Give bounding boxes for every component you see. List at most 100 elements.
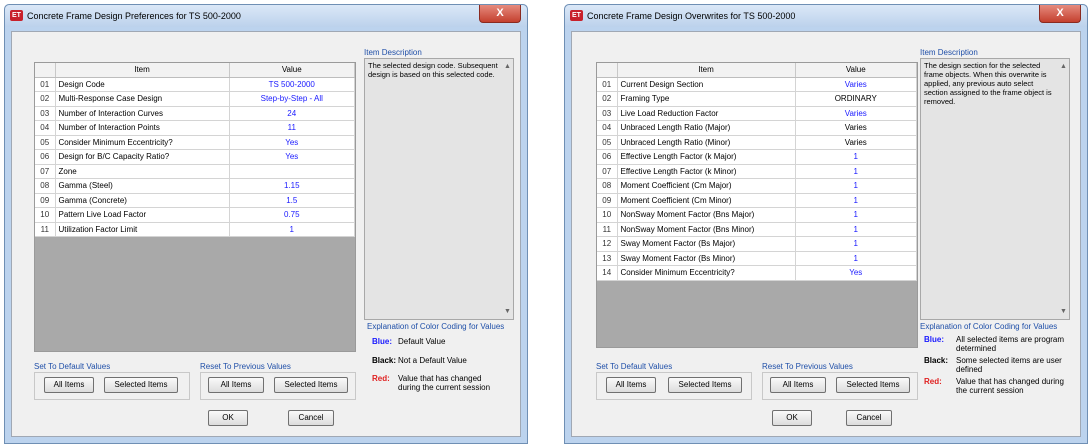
row-value[interactable]: 1 [795,193,917,208]
row-number: 01 [35,77,56,92]
row-value[interactable]: Yes [795,265,917,281]
row-item: NonSway Moment Factor (Bns Minor) [617,222,796,237]
row-value[interactable]: 1 [795,178,917,194]
description-scrollbar[interactable]: ▲ ▼ [503,60,512,318]
row-value[interactable] [229,164,355,179]
reset-selected-items-button[interactable]: Selected Items [274,377,348,393]
close-button[interactable]: X [479,5,521,23]
cancel-button[interactable]: Cancel [288,410,334,426]
table-row[interactable]: 12 Sway Moment Factor (Bs Major) 1 [597,236,917,252]
table-row[interactable]: 10 NonSway Moment Factor (Bns Major) 1 [597,207,917,223]
scroll-down-icon[interactable]: ▼ [504,307,511,316]
row-value[interactable]: TS 500-2000 [229,77,355,92]
table-row[interactable]: 02 Multi-Response Case Design Step-by-Step… [35,91,355,107]
table-row[interactable]: 01 Design Code TS 500-2000 [35,77,355,92]
preferences-grid[interactable]: Item Value 01 Design Code TS 500-2000 02 Mul… [34,62,356,352]
row-value[interactable]: 11 [229,120,355,136]
row-number: 04 [597,120,618,136]
row-value[interactable]: Step-by-Step - All [229,91,355,107]
table-row[interactable]: 09 Gamma (Concrete) 1.5 [35,193,355,208]
row-value[interactable]: 1.15 [229,178,355,194]
table-row[interactable]: 07 Zone [35,164,355,179]
row-value[interactable]: 1 [795,164,917,179]
legend-key: Red: [372,374,390,383]
row-number: 08 [597,178,618,194]
row-item: Effective Length Factor (k Major) [617,149,796,165]
reset-selected-items-button[interactable]: Selected Items [836,377,910,393]
table-row[interactable]: 03 Live Load Reduction Factor Varies [597,106,917,121]
row-value[interactable]: Varies [795,77,917,92]
row-value[interactable]: 1.5 [229,193,355,208]
row-number: 03 [35,106,56,121]
row-value[interactable]: Varies [795,106,917,121]
table-row[interactable]: 11 Utilization Factor Limit 1 [35,222,355,237]
legend-text: Default Value [398,337,446,346]
table-row[interactable]: 05 Unbraced Length Ratio (Minor) Varies [597,135,917,150]
table-row[interactable]: 09 Moment Coefficient (Cm Minor) 1 [597,193,917,208]
overwrites-grid[interactable]: Item Value 01 Current Design Section Varie… [596,62,918,348]
title-bar[interactable]: ET Concrete Frame Design Overwrites for … [565,5,1087,27]
legend-key: Blue: [372,337,392,346]
row-value[interactable]: Varies [795,135,917,150]
row-number: 08 [35,178,56,194]
item-description-label: Item Description [920,48,978,57]
table-row[interactable]: 06 Effective Length Factor (k Major) 1 [597,149,917,165]
table-row[interactable]: 10 Pattern Live Load Factor 0.75 [35,207,355,223]
overwrites-dialog: ET Concrete Frame Design Overwrites for … [564,4,1088,444]
table-row[interactable]: 07 Effective Length Factor (k Minor) 1 [597,164,917,179]
default-all-items-button[interactable]: All Items [44,377,94,393]
row-item: Sway Moment Factor (Bs Minor) [617,251,796,266]
row-value[interactable]: Varies [795,120,917,136]
close-button[interactable]: X [1039,5,1081,23]
default-selected-items-button[interactable]: Selected Items [668,377,742,393]
table-row[interactable]: 01 Current Design Section Varies [597,77,917,92]
table-row[interactable]: 08 Moment Coefficient (Cm Major) 1 [597,178,917,194]
table-row[interactable]: 03 Number of Interaction Curves 24 [35,106,355,121]
row-number: 04 [35,120,56,136]
table-row[interactable]: 02 Framing Type ORDINARY [597,91,917,107]
table-row[interactable]: 05 Consider Minimum Eccentricity? Yes [35,135,355,150]
row-value[interactable]: 1 [795,149,917,165]
table-row[interactable]: 11 NonSway Moment Factor (Bns Minor) 1 [597,222,917,237]
row-item: Utilization Factor Limit [55,222,230,237]
scroll-down-icon[interactable]: ▼ [1060,307,1067,316]
dialog-client: Item Value 01 Current Design Section Varie… [571,31,1081,437]
row-item: Current Design Section [617,77,796,92]
row-value[interactable]: 0.75 [229,207,355,223]
table-row[interactable]: 04 Unbraced Length Ratio (Major) Varies [597,120,917,136]
row-value[interactable]: 1 [229,222,355,237]
column-header-num [35,63,56,78]
row-value[interactable]: 1 [795,222,917,237]
row-value[interactable]: 1 [795,251,917,266]
row-value[interactable]: 1 [795,207,917,223]
default-selected-items-button[interactable]: Selected Items [104,377,178,393]
item-description-text: The design section for the selected fram… [924,61,1052,106]
row-value[interactable]: 24 [229,106,355,121]
item-description-label: Item Description [364,48,422,57]
row-value[interactable]: 1 [795,236,917,252]
table-row[interactable]: 08 Gamma (Steel) 1.15 [35,178,355,194]
cancel-button[interactable]: Cancel [846,410,892,426]
table-row[interactable]: 06 Design for B/C Capacity Ratio? Yes [35,149,355,165]
table-row[interactable]: 14 Consider Minimum Eccentricity? Yes [597,265,917,281]
scroll-up-icon[interactable]: ▲ [504,62,511,71]
ok-button[interactable]: OK [208,410,248,426]
row-item: Moment Coefficient (Cm Major) [617,178,796,194]
row-value[interactable]: Yes [229,135,355,150]
row-value[interactable]: Yes [229,149,355,165]
legend-key: Black: [924,356,949,365]
legend-text: Some selected items are user defined [956,356,1062,374]
row-value[interactable]: ORDINARY [795,91,917,107]
table-row[interactable]: 13 Sway Moment Factor (Bs Minor) 1 [597,251,917,266]
reset-previous-label: Reset To Previous Values [762,362,853,371]
default-all-items-button[interactable]: All Items [606,377,656,393]
scroll-up-icon[interactable]: ▲ [1060,62,1067,71]
legend-red: Red: Value that has changed during the c… [924,377,1074,397]
ok-button[interactable]: OK [772,410,812,426]
title-bar[interactable]: ET Concrete Frame Design Preferences for… [5,5,527,27]
description-scrollbar[interactable]: ▲ ▼ [1059,60,1068,318]
reset-all-items-button[interactable]: All Items [770,377,826,393]
reset-all-items-button[interactable]: All Items [208,377,264,393]
legend-black: Black: Not a Default Value [372,356,512,368]
table-row[interactable]: 04 Number of Interaction Points 11 [35,120,355,136]
